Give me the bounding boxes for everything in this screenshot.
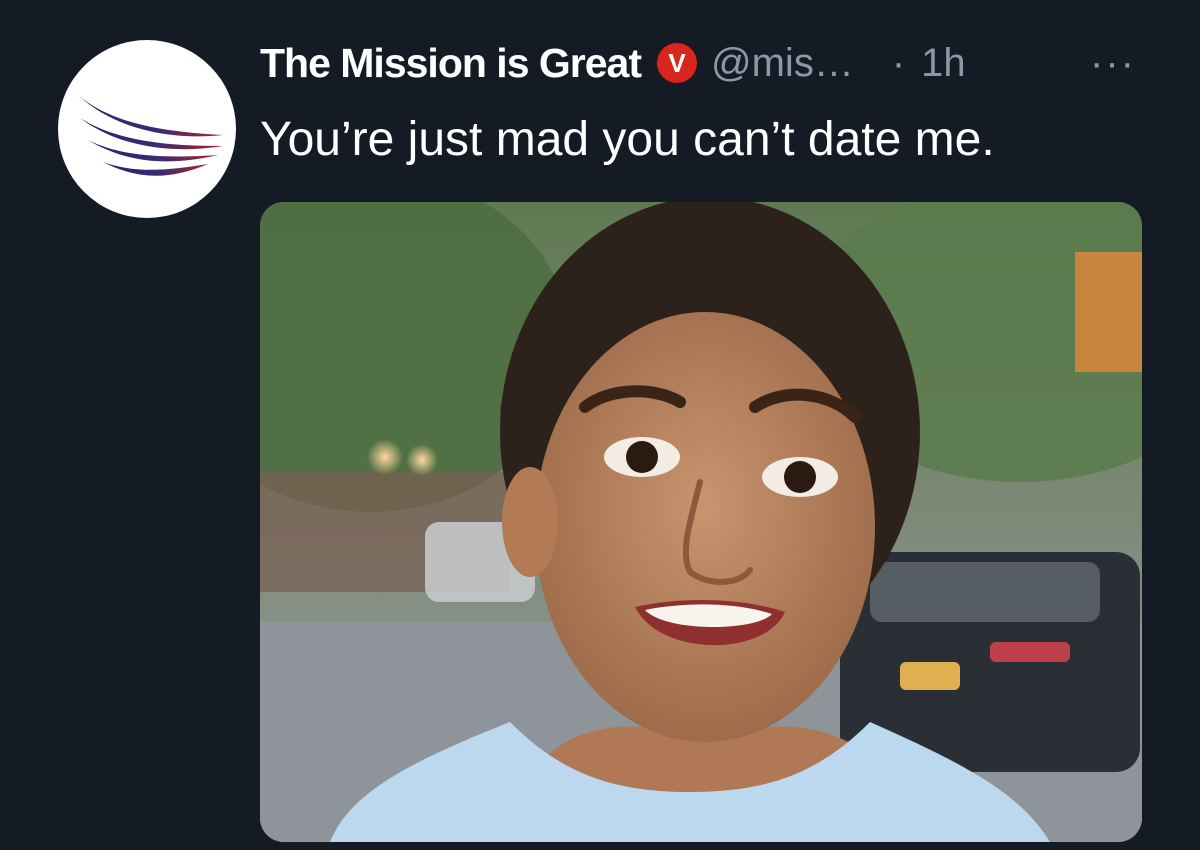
user-handle[interactable]: @mis…: [711, 41, 854, 86]
photo-of-smiling-woman: [260, 202, 1142, 842]
separator-dot: ·: [891, 40, 906, 85]
tweet-card[interactable]: The Mission is Great V @mis… · 1h ··· Yo…: [0, 0, 1200, 850]
avatar[interactable]: [58, 40, 236, 218]
swoosh-logo-icon: [78, 95, 223, 176]
more-options-icon[interactable]: ···: [1090, 38, 1136, 88]
tweet-text: You’re just mad you can’t date me.: [260, 113, 995, 166]
timestamp[interactable]: 1h: [921, 41, 966, 86]
tweet-header: The Mission is Great V @mis… · 1h: [260, 38, 966, 88]
verified-badge-icon: V: [657, 43, 697, 83]
display-name[interactable]: The Mission is Great: [260, 40, 642, 87]
tweet-media-image[interactable]: [260, 202, 1142, 842]
